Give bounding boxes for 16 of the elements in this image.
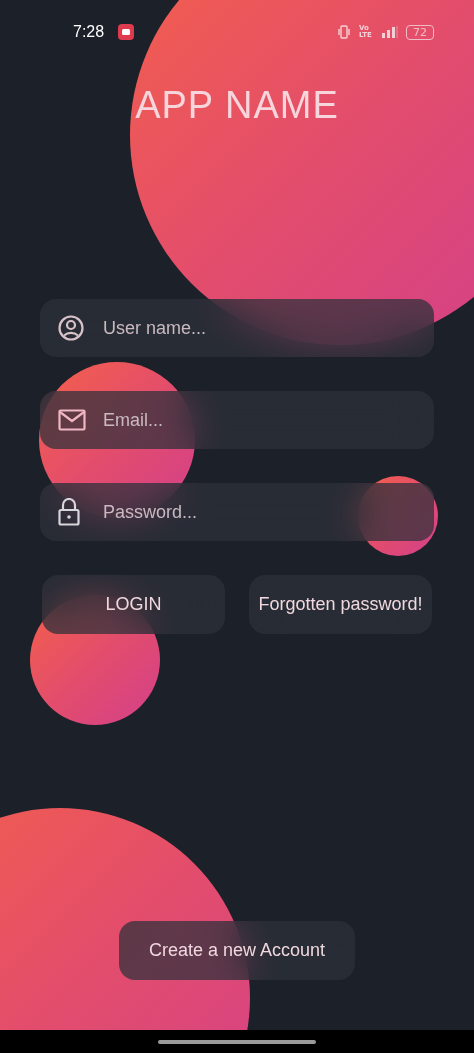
forgot-password-button[interactable]: Forgotten password! bbox=[249, 575, 432, 634]
status-time: 7:28 bbox=[73, 23, 105, 41]
lock-icon bbox=[58, 498, 80, 526]
envelope-icon bbox=[58, 409, 86, 431]
home-indicator[interactable] bbox=[158, 1039, 316, 1044]
user-icon bbox=[58, 315, 84, 341]
input-field[interactable]: User name... bbox=[40, 299, 434, 357]
input-field[interactable]: Email... bbox=[40, 391, 434, 449]
recorder-icon bbox=[118, 24, 135, 40]
app-title: APP NAME bbox=[134, 84, 340, 127]
vibrate-icon bbox=[337, 25, 351, 39]
login-button[interactable]: LOGIN bbox=[42, 575, 225, 634]
input-field[interactable]: Password... bbox=[40, 483, 434, 541]
signal-icon bbox=[382, 26, 398, 38]
create-account-button[interactable]: Create a new Account bbox=[119, 921, 355, 980]
battery-level: 72 bbox=[406, 24, 434, 40]
